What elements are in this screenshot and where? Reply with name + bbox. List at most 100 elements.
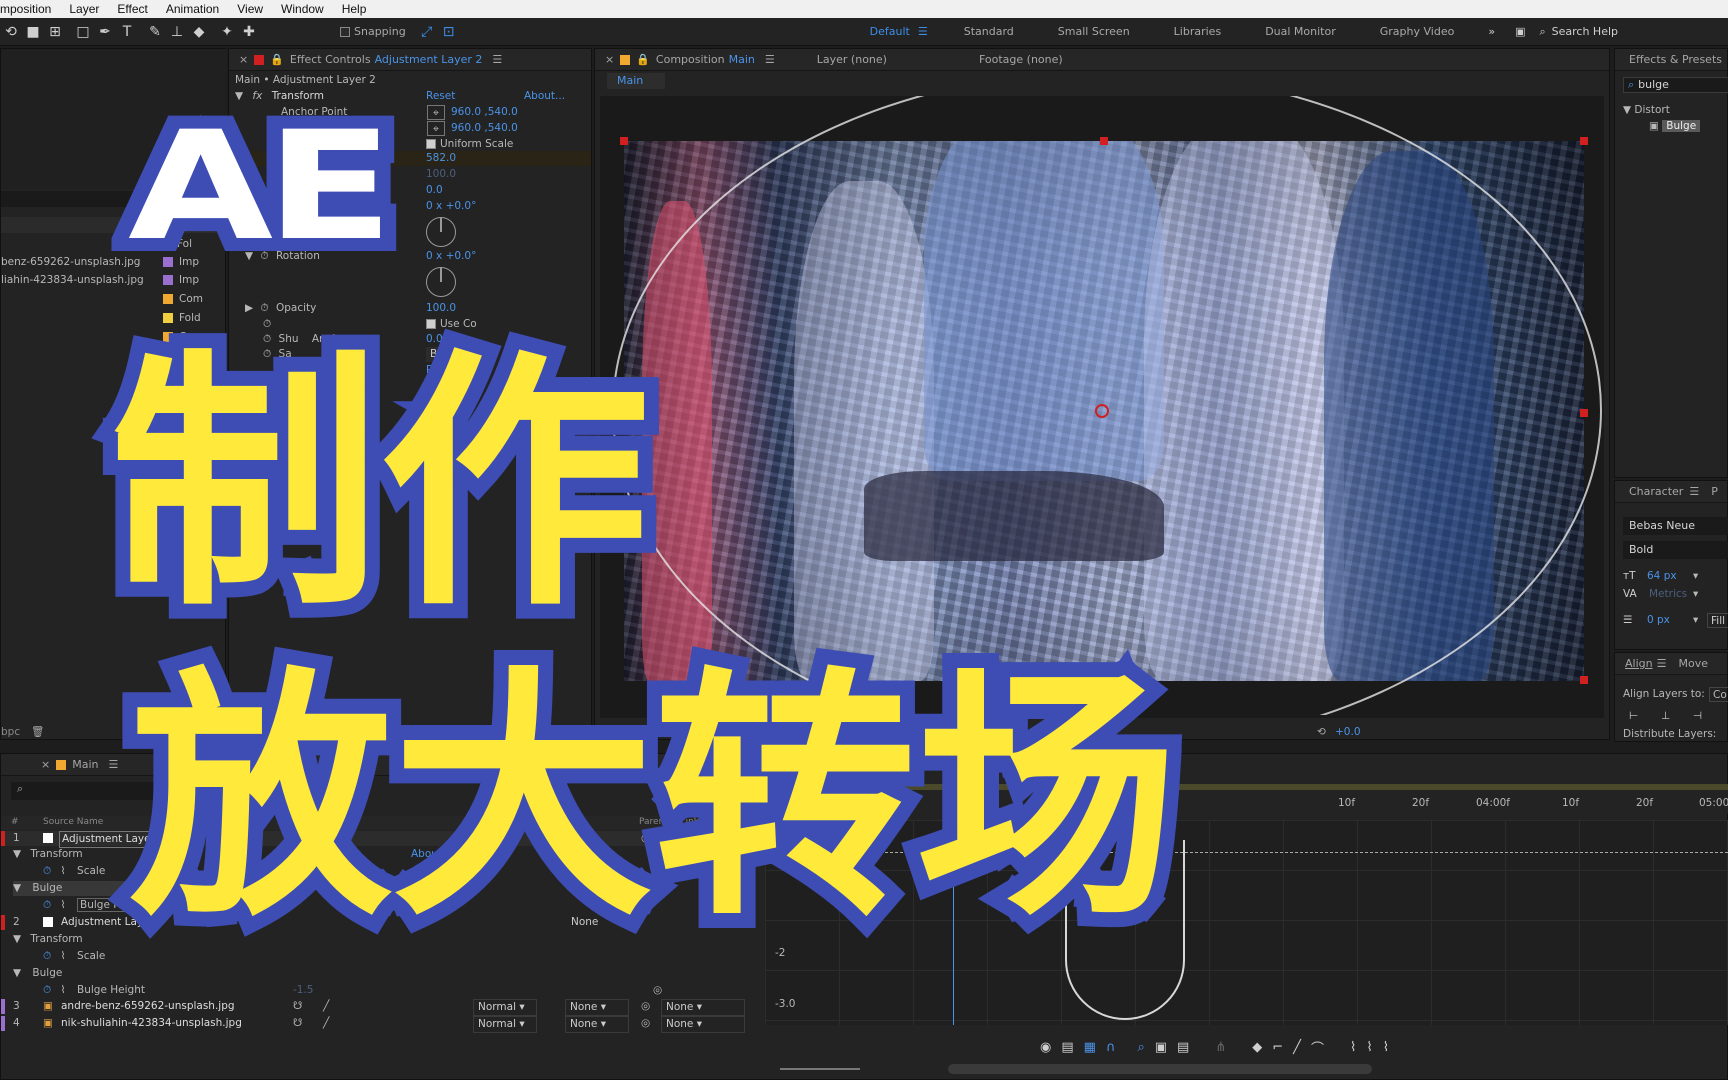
font-family-dropdown[interactable]: Bebas Neue bbox=[1623, 517, 1728, 535]
skew-value[interactable]: 0.0 bbox=[426, 183, 443, 198]
position-value[interactable]: 960.0 ,540.0 bbox=[451, 121, 518, 136]
layer-handle[interactable] bbox=[620, 137, 628, 145]
panel-menu-icon[interactable]: ☰ bbox=[1657, 657, 1679, 670]
hold-keyframe-icon[interactable]: ⌐ bbox=[1272, 1040, 1283, 1055]
brush-tool-icon[interactable]: ✎ bbox=[144, 21, 166, 43]
stopwatch-icon[interactable]: ⏱ bbox=[43, 899, 57, 911]
checkbox-icon[interactable] bbox=[426, 139, 436, 149]
track-matte-dropdown[interactable]: None ▾ bbox=[565, 1016, 629, 1033]
layer-mode-dropdown[interactable]: Normal ▾ bbox=[473, 999, 537, 1016]
separate-dimensions-icon[interactable]: ⋔ bbox=[1215, 1040, 1226, 1055]
composition-tab-label[interactable]: Composition bbox=[656, 53, 725, 66]
layer-handle[interactable] bbox=[1580, 409, 1588, 417]
menu-help[interactable]: Help bbox=[333, 2, 376, 16]
edit-keyframe-icon[interactable]: ◆ bbox=[1252, 1040, 1262, 1055]
composition-sub-tab[interactable]: Main bbox=[607, 73, 665, 89]
graph-icon[interactable]: ⌇ bbox=[61, 899, 74, 911]
align-right-icon[interactable]: ⊣ bbox=[1693, 709, 1702, 724]
layer-name[interactable]: andre-benz-659262-unsplash.jpg bbox=[61, 999, 235, 1014]
pan-behind-tool-icon[interactable]: ⊞ bbox=[44, 21, 66, 43]
about-link[interactable]: About... bbox=[524, 89, 565, 104]
layer-parent-dropdown[interactable]: None ▾ bbox=[661, 999, 745, 1016]
transform-property[interactable]: ▼ Transform bbox=[13, 847, 83, 862]
workspace-default[interactable]: Default bbox=[848, 25, 918, 38]
move-tab[interactable]: Move bbox=[1678, 657, 1708, 670]
camera-tool-icon[interactable]: ■ bbox=[22, 21, 44, 43]
chevron-down-icon[interactable]: ▾ bbox=[1693, 613, 1698, 628]
layer-tab[interactable]: Layer (none) bbox=[805, 53, 967, 66]
scale-property[interactable]: ⏱ ⌇ Scale bbox=[43, 949, 105, 964]
auto-bezier-icon[interactable]: ⌒ bbox=[1311, 1038, 1324, 1057]
panel-menu-icon[interactable]: ☰ bbox=[1689, 485, 1711, 498]
anchor-point-icon[interactable] bbox=[1095, 404, 1109, 418]
layer-handle[interactable] bbox=[1580, 676, 1588, 684]
eye-icon[interactable]: ◉ bbox=[1040, 1040, 1051, 1055]
layer-handle[interactable] bbox=[1580, 137, 1588, 145]
composition-tab-name[interactable]: Main bbox=[725, 53, 755, 66]
opacity-value[interactable]: 100.0 bbox=[426, 301, 456, 316]
stopwatch-icon[interactable]: ⏱ bbox=[43, 950, 57, 962]
rotate-tool-icon[interactable]: ⟲ bbox=[0, 21, 22, 43]
collapse-triangle-icon[interactable]: ▶ bbox=[245, 302, 253, 314]
align-left-icon[interactable]: ⊢ bbox=[1629, 709, 1638, 724]
easy-ease-in-icon[interactable]: ⌇ bbox=[1366, 1040, 1372, 1055]
project-item-row[interactable]: liahin-423834-unsplash.jpg Imp bbox=[1, 273, 227, 288]
pen-tool-icon[interactable]: ✒ bbox=[94, 21, 116, 43]
timeline-scrollbar[interactable] bbox=[948, 1064, 1372, 1074]
timeline-layer-row[interactable]: 3 ▣ andre-benz-659262-unsplash.jpg ☋ ╱ N… bbox=[1, 999, 761, 1016]
graph-settings-icon[interactable]: ▤ bbox=[1177, 1040, 1189, 1055]
stroke-width-value[interactable]: 0 px bbox=[1647, 613, 1670, 628]
character-title[interactable]: Character bbox=[1615, 485, 1689, 498]
project-item-row[interactable]: Fold bbox=[163, 311, 201, 326]
expand-triangle-icon[interactable]: ▼ bbox=[13, 967, 21, 979]
layer-handle[interactable] bbox=[1100, 137, 1108, 145]
align-to-dropdown[interactable]: Co bbox=[1709, 687, 1728, 702]
panel-menu-icon[interactable]: ☰ bbox=[108, 758, 118, 771]
close-icon[interactable]: × bbox=[1, 758, 56, 771]
distort-category[interactable]: ▼ Distort bbox=[1623, 103, 1670, 118]
roto-brush-tool-icon[interactable]: ✦ bbox=[216, 21, 238, 43]
pickwhip-icon[interactable]: ◎ bbox=[641, 1016, 650, 1031]
track-matte-dropdown[interactable]: None ▾ bbox=[565, 999, 629, 1016]
project-item-row[interactable]: Com bbox=[163, 292, 203, 307]
workspace-overflow-icon[interactable]: » bbox=[1476, 25, 1507, 38]
reset-exposure-icon[interactable]: ⟲ bbox=[1317, 725, 1326, 740]
stroke-fill-dropdown[interactable]: Fill bbox=[1707, 613, 1728, 628]
skew-axis-value[interactable]: 0 x +0.0° bbox=[426, 199, 476, 214]
scale-property[interactable]: ⏱ ⌇ Scale bbox=[43, 864, 105, 879]
font-style-dropdown[interactable]: Bold bbox=[1623, 541, 1728, 559]
workspace-standard[interactable]: Standard bbox=[942, 25, 1036, 38]
snap-features-icon[interactable]: ⊡ bbox=[438, 21, 460, 43]
easy-ease-icon[interactable]: ⌇ bbox=[1350, 1040, 1356, 1055]
snap-icon[interactable]: ∩ bbox=[1106, 1040, 1116, 1055]
effects-search-input[interactable]: ⌕ bulge bbox=[1623, 77, 1728, 93]
workspace-dual-monitor[interactable]: Dual Monitor bbox=[1243, 25, 1358, 38]
shy-switch-icon[interactable]: ☋ bbox=[293, 1016, 302, 1031]
workspace-menu-icon[interactable]: ☰ bbox=[918, 25, 942, 38]
pickwhip-icon[interactable]: ◎ bbox=[653, 983, 662, 998]
easy-ease-out-icon[interactable]: ⌇ bbox=[1383, 1040, 1389, 1055]
anchor-point-crosshair-icon[interactable]: ⌖ bbox=[427, 105, 445, 120]
transform-box-icon[interactable]: ▦ bbox=[1084, 1040, 1096, 1055]
workspace-libraries[interactable]: Libraries bbox=[1152, 25, 1244, 38]
scale-value[interactable]: 582.0 bbox=[426, 151, 456, 166]
quality-switch-icon[interactable]: ╱ bbox=[323, 999, 329, 1014]
fit-all-icon[interactable]: ▣ bbox=[1155, 1040, 1167, 1055]
linear-keyframe-icon[interactable]: ╱ bbox=[1293, 1040, 1301, 1055]
menu-view[interactable]: View bbox=[228, 2, 272, 16]
close-icon[interactable]: × bbox=[595, 53, 620, 66]
workspace-small-screen[interactable]: Small Screen bbox=[1036, 25, 1152, 38]
effect-controls-tab-label[interactable]: Effect Controls bbox=[290, 53, 371, 66]
timeline-tab-label[interactable]: Main bbox=[72, 758, 108, 771]
panel-menu-icon[interactable]: ☰ bbox=[755, 53, 805, 66]
expand-triangle-icon[interactable]: ▼ bbox=[13, 848, 21, 860]
bulge-height-property[interactable]: ⏱ ⌇ Bulge Height bbox=[43, 983, 145, 998]
zoom-slider[interactable] bbox=[780, 1068, 860, 1070]
expand-triangle-icon[interactable]: ▼ bbox=[13, 933, 21, 945]
pickwhip-icon[interactable]: ◎ bbox=[641, 999, 650, 1014]
reset-link[interactable]: Reset bbox=[426, 89, 455, 104]
uniform-scale-checkbox[interactable]: Uniform Scale bbox=[426, 137, 513, 152]
shy-switch-icon[interactable]: ☋ bbox=[293, 999, 302, 1014]
menu-window[interactable]: Window bbox=[272, 2, 333, 16]
trash-icon[interactable]: 🗑 bbox=[31, 725, 44, 740]
